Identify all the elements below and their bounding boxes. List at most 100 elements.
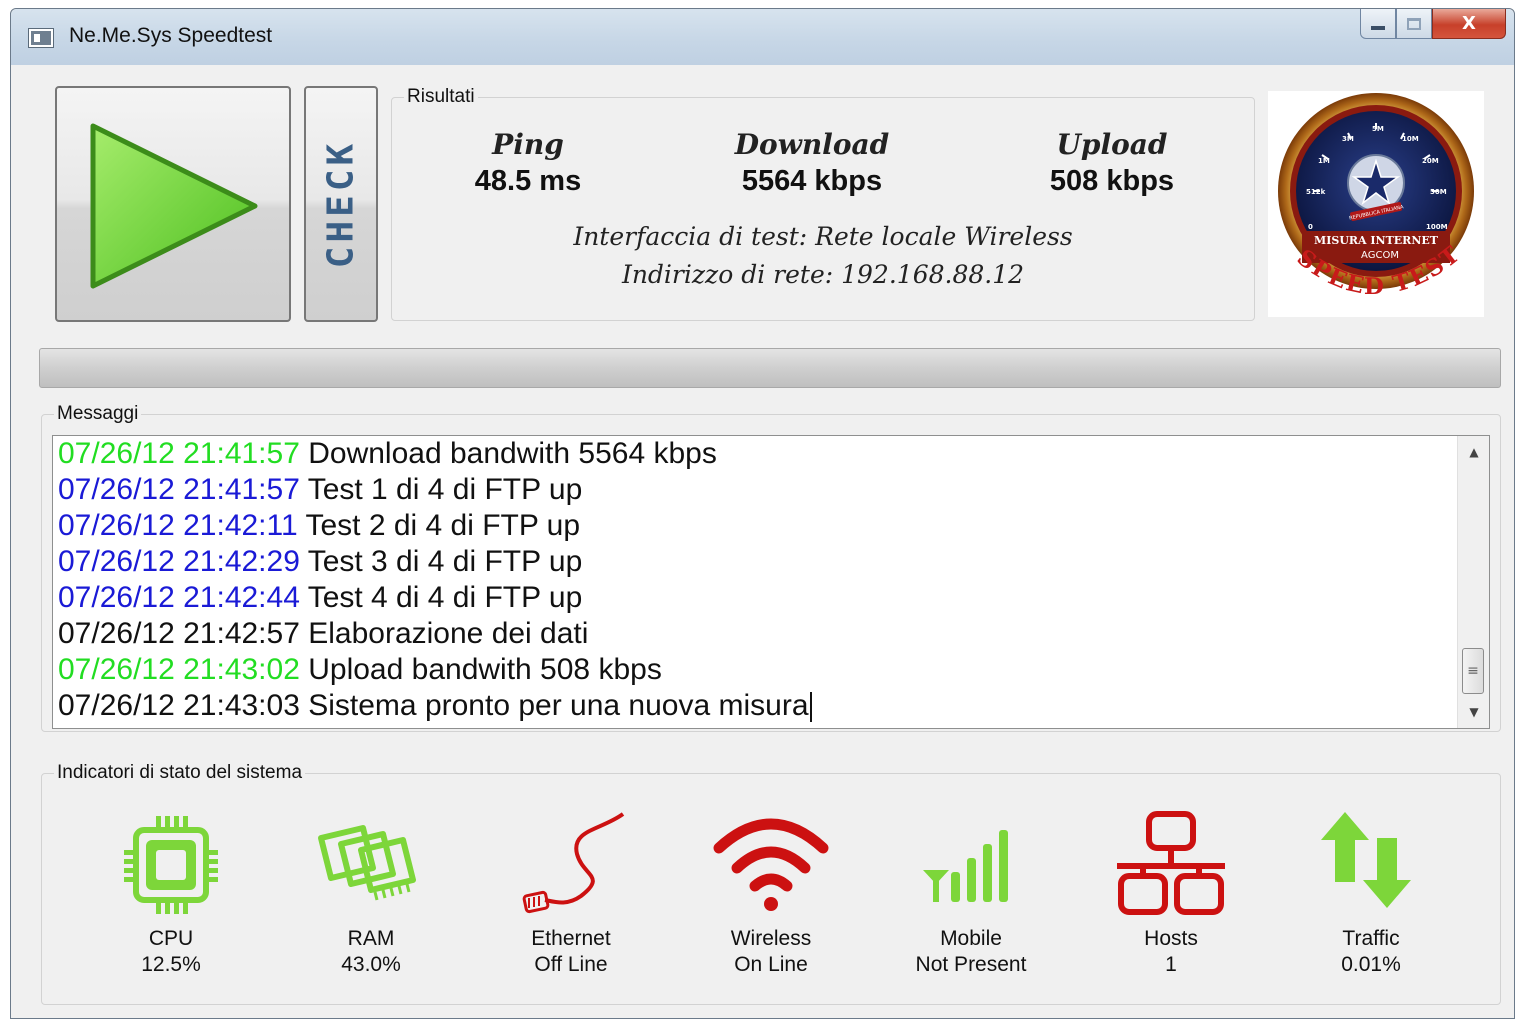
download-label: Download: [734, 128, 890, 161]
indicator-mobile: Mobile Not Present: [891, 810, 1051, 978]
ping-value: 48.5 ms: [474, 165, 582, 197]
log-line: 07/26/12 21:41:57 Download bandwith 5564…: [53, 436, 812, 472]
indicator-hosts-value: 1: [1165, 953, 1177, 976]
log-text: Download bandwith 5564 kbps: [308, 437, 717, 470]
log-text: Sistema pronto per una nuova misura: [308, 689, 809, 722]
dial-label: 10M: [1402, 135, 1419, 143]
maximize-button[interactable]: [1396, 9, 1432, 39]
network-hosts-icon: [1117, 811, 1225, 915]
log-timestamp: 07/26/12 21:43:02: [58, 653, 300, 686]
log-text: Test 2 di 4 di FTP up: [305, 509, 581, 542]
indicator-cpu-value: 12.5%: [141, 953, 201, 976]
indicator-mobile-name: Mobile: [940, 927, 1002, 950]
scroll-down-icon[interactable]: ▼: [1458, 696, 1489, 728]
results-group-label: Risultati: [404, 86, 478, 108]
dial-label: 512k: [1306, 188, 1326, 196]
dial-label: 5M: [1372, 125, 1384, 133]
indicator-wireless-value: On Line: [734, 953, 808, 976]
logo-title: MISURA INTERNET: [1314, 234, 1439, 247]
traffic-arrows-icon: [1321, 812, 1411, 908]
download-result: Download 5564 kbps: [682, 128, 942, 198]
indicator-cpu: CPU 12.5%: [91, 810, 251, 978]
indicator-traffic-name: Traffic: [1342, 927, 1400, 950]
scroll-thumb[interactable]: ≡: [1462, 648, 1484, 694]
indicator-ram-value: 43.0%: [341, 953, 401, 976]
ping-label: Ping: [492, 128, 564, 161]
log-line: 07/26/12 21:42:11 Test 2 di 4 di FTP up: [53, 508, 812, 544]
check-label: CHECK: [320, 139, 362, 269]
dial-label: 0: [1308, 223, 1313, 231]
indicator-hosts-name: Hosts: [1144, 927, 1198, 950]
messages-group: Messaggi 07/26/12 21:41:57 Download band…: [41, 403, 1501, 732]
indicator-mobile-value: Not Present: [915, 953, 1027, 976]
upload-value: 508 kbps: [1049, 165, 1175, 197]
log-text: Elaborazione dei dati: [308, 617, 589, 650]
address-info: Indirizzo di rete: 192.168.88.12: [621, 260, 1025, 289]
dial-label: 1M: [1318, 157, 1330, 165]
speedtest-logo: 0 512k 1M 3M 5M 10M 20M 50M 100M REPUBBL…: [1268, 91, 1484, 317]
indicator-traffic: Traffic 0.01%: [1291, 810, 1451, 978]
log-timestamp: 07/26/12 21:42:57: [58, 617, 300, 650]
log-line: 07/26/12 21:43:02 Upload bandwith 508 kb…: [53, 652, 812, 688]
start-test-button[interactable]: [55, 86, 291, 322]
indicator-ram: RAM 43.0%: [291, 810, 451, 978]
message-log[interactable]: 07/26/12 21:41:57 Download bandwith 5564…: [52, 435, 1490, 729]
wifi-icon: [713, 818, 829, 911]
window-title: Ne.Me.Sys Speedtest: [69, 24, 273, 47]
log-text: Test 4 di 4 di FTP up: [307, 581, 583, 614]
indicator-traffic-value: 0.01%: [1341, 953, 1401, 976]
log-text: Test 1 di 4 di FTP up: [307, 473, 583, 506]
indicator-hosts: Hosts 1: [1091, 810, 1251, 978]
log-timestamp: 07/26/12 21:42:29: [58, 545, 300, 578]
indicator-wireless-name: Wireless: [730, 927, 812, 950]
log-scrollbar[interactable]: ▲ ≡ ▼: [1457, 436, 1489, 728]
maximize-icon: [1407, 17, 1421, 30]
upload-label: Upload: [1056, 128, 1168, 161]
log-line: 07/26/12 21:42:57 Elaborazione dei dati: [53, 616, 812, 652]
dial-label: 20M: [1422, 157, 1439, 165]
ping-result: Ping 48.5 ms: [398, 128, 658, 198]
signal-bars-icon: [923, 830, 1008, 902]
indicator-ethernet-value: Off Line: [534, 953, 608, 976]
indicator-ram-name: RAM: [347, 927, 395, 950]
app-icon[interactable]: [29, 29, 53, 47]
log-text: Test 3 di 4 di FTP up: [307, 545, 583, 578]
close-icon: X: [1462, 13, 1476, 34]
log-timestamp: 07/26/12 21:41:57: [58, 473, 300, 506]
log-line: 07/26/12 21:42:44 Test 4 di 4 di FTP up: [53, 580, 812, 616]
interface-info: Interfaccia di test: Rete locale Wireles…: [573, 222, 1073, 251]
log-line: 07/26/12 21:43:03 Sistema pronto per una…: [53, 688, 812, 724]
indicators-group-label: Indicatori di stato del sistema: [54, 762, 306, 784]
messages-group-label: Messaggi: [54, 403, 142, 425]
log-timestamp: 07/26/12 21:43:03: [58, 689, 300, 722]
minimize-icon: [1371, 25, 1385, 30]
app-window: Ne.Me.Sys Speedtest X CHECK Risultati Pi…: [10, 8, 1515, 1019]
dial-label: 100M: [1426, 223, 1448, 231]
results-group: Risultati Ping 48.5 ms Download 5564 kbp…: [391, 86, 1255, 321]
minimize-button[interactable]: [1360, 9, 1396, 39]
upload-result: Upload 508 kbps: [982, 128, 1242, 198]
log-timestamp: 07/26/12 21:42:11: [58, 509, 298, 542]
log-text: Upload bandwith 508 kbps: [308, 653, 662, 686]
ram-icon: [318, 825, 416, 901]
dial-label: 3M: [1342, 135, 1354, 143]
title-bar[interactable]: Ne.Me.Sys Speedtest X: [11, 9, 1514, 65]
download-value: 5564 kbps: [741, 165, 883, 197]
log-timestamp: 07/26/12 21:42:44: [58, 581, 300, 614]
scroll-up-icon[interactable]: ▲: [1458, 436, 1489, 468]
log-line: 07/26/12 21:41:57 Test 1 di 4 di FTP up: [53, 472, 812, 508]
indicator-ethernet: Ethernet Off Line: [491, 810, 651, 978]
log-timestamp: 07/26/12 21:41:57: [58, 437, 300, 470]
indicator-wireless: Wireless On Line: [691, 810, 851, 978]
close-button[interactable]: X: [1432, 9, 1506, 39]
check-button[interactable]: CHECK: [304, 86, 378, 322]
window-controls: X: [1360, 9, 1506, 39]
text-cursor: [809, 692, 812, 723]
log-line: 07/26/12 21:42:29 Test 3 di 4 di FTP up: [53, 544, 812, 580]
indicator-ethernet-name: Ethernet: [531, 927, 611, 950]
test-progress-bar: [39, 348, 1501, 388]
dial-label: 50M: [1430, 188, 1447, 196]
play-icon: [90, 123, 258, 289]
indicator-cpu-name: CPU: [148, 927, 194, 950]
status-indicators-group: Indicatori di stato del sistema CPU 12.5…: [41, 762, 1501, 1005]
